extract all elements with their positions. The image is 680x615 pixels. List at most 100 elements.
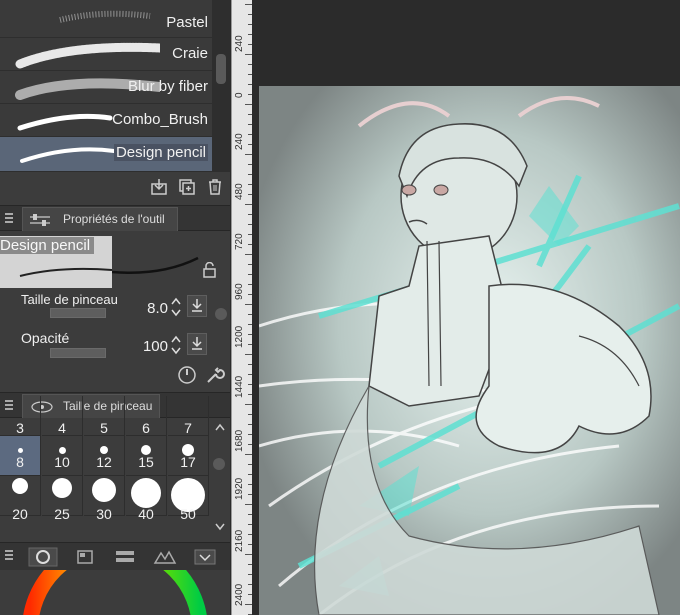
brush-size-pressure-button[interactable] [187,295,207,317]
trash-icon[interactable] [206,178,224,196]
brush-size-slider[interactable] [50,308,106,318]
ruler-label: 2160 [234,529,245,552]
opacity-value[interactable]: 100 [128,338,168,355]
brush-label: Craie [172,45,208,62]
brush-size-cell-40[interactable]: 40 [126,476,167,522]
settings-dial-icon[interactable] [176,364,198,386]
ruler-tick [245,504,252,505]
brush-size-cell-5[interactable]: 5 [84,396,125,436]
ruler-tick [245,554,252,555]
brush-size-number: 8 [16,454,24,470]
brush-stroke-preview [59,10,151,23]
new-brush-icon[interactable] [178,178,196,196]
ruler-label: 1920 [234,477,245,500]
ruler-label: 240 [234,35,245,52]
ruler-tick [245,304,252,305]
ruler-label: 960 [234,283,245,300]
brush-size-cell-12[interactable]: 12 [84,436,125,476]
opacity-pressure-button[interactable] [187,333,207,355]
brush-size-cell-6[interactable]: 6 [126,396,167,436]
panel-menu-icon[interactable] [5,550,13,560]
brush-size-cell-30[interactable]: 30 [84,476,125,522]
ruler-tick [245,54,252,55]
brush-label: Combo_Brush [112,111,208,128]
canvas-artwork[interactable] [259,86,680,615]
tool-properties-header: Propriétés de l'outil [0,205,230,231]
more-tabs-icon[interactable] [190,547,220,567]
brush-size-number: 40 [138,506,154,522]
ruler-tick [245,404,252,405]
lock-icon[interactable] [202,262,218,278]
color-wheel[interactable] [0,570,230,615]
brush-size-value[interactable]: 8.0 [130,300,168,317]
color-wheel-tab-icon[interactable] [28,547,58,567]
brush-size-cell-25[interactable]: 25 [42,476,83,522]
approximate-color-tab-icon[interactable] [150,547,180,567]
brush-size-label: Taille de pinceau [21,292,118,307]
brush-size-cell-17[interactable]: 17 [168,436,209,476]
preview-stroke [19,267,112,277]
scroll-down-icon[interactable] [214,522,226,532]
wrench-icon[interactable] [204,364,226,386]
ruler-tick [245,4,252,5]
ruler-tick [245,204,252,205]
color-set-tab-icon[interactable] [70,547,100,567]
ruler-label: 0 [234,92,245,98]
brush-item-design-pencil[interactable]: Design pencil [0,137,212,172]
brush-size-number: 20 [12,506,28,522]
vertical-ruler: 240 0 240 480 720 960 1200 1440 1680 1920 2160 2400 [231,0,252,615]
brush-size-cell-15[interactable]: 15 [126,436,167,476]
brush-size-cell-4[interactable]: 4 [42,396,83,436]
opacity-label: Opacité [21,330,70,346]
tab-tool-properties[interactable]: Propriétés de l'outil [22,207,178,231]
ruler-label: 2400 [234,583,245,606]
intermediate-color-tab-icon[interactable] [110,547,140,567]
brush-size-cell-20[interactable]: 20 [0,476,41,522]
ruler-tick [245,604,252,605]
opacity-slider[interactable] [50,348,106,358]
brush-preview: Design pencil [0,236,112,288]
brush-size-cell-7[interactable]: 7 [168,396,209,436]
ruler-label: 720 [234,233,245,250]
ruler-tick [245,254,252,255]
scroll-up-icon[interactable] [214,422,226,432]
ruler-label: 480 [234,183,245,200]
brush-list: Pastel Craie Blur by fiber Combo_Brush D… [0,0,212,172]
ruler-tick [245,104,252,105]
panel-menu-icon[interactable] [5,213,13,223]
brush-size-number: 5 [100,420,108,436]
ruler-label: 240 [234,133,245,150]
brush-item-pastel[interactable]: Pastel [0,0,212,38]
brush-label: Pastel [166,14,208,31]
brush-size-number: 15 [138,454,154,470]
brush-size-number: 50 [180,506,196,522]
download-icon [192,299,202,312]
brush-item-craie[interactable]: Craie [0,38,212,71]
brush-list-toolbar [0,172,230,200]
sliders-icon [30,214,50,226]
ruler-tick [245,154,252,155]
scroll-thumb[interactable] [215,308,227,320]
brush-item-blur-by-fiber[interactable]: Blur by fiber [0,71,212,104]
scroll-thumb[interactable] [213,458,225,470]
brush-size-grid: 3 4 5 6 7 8 10 12 15 17 20 25 30 40 50 [0,396,210,538]
opacity-spinner[interactable] [170,334,182,356]
brush-size-number: 7 [184,420,192,436]
brush-label: Design pencil [113,144,208,161]
brush-size-cell-3[interactable]: 3 [0,396,41,436]
brush-size-spinner[interactable] [170,296,182,318]
brush-size-cell-50[interactable]: 50 [168,476,209,522]
download-icon [192,337,202,350]
brush-item-combo-brush[interactable]: Combo_Brush [0,104,212,137]
brush-size-scrollbar[interactable] [210,418,230,540]
brush-size-cell-8[interactable]: 8 [0,436,41,476]
scroll-thumb[interactable] [216,54,226,84]
brush-size-dot [12,478,28,494]
brush-size-dot [17,447,23,453]
brush-size-number: 10 [54,454,70,470]
brush-size-dot [92,478,116,502]
brush-list-scrollbar[interactable] [212,0,230,172]
import-icon[interactable] [150,178,168,196]
brush-label: Blur by fiber [127,78,208,95]
brush-size-cell-10[interactable]: 10 [42,436,83,476]
